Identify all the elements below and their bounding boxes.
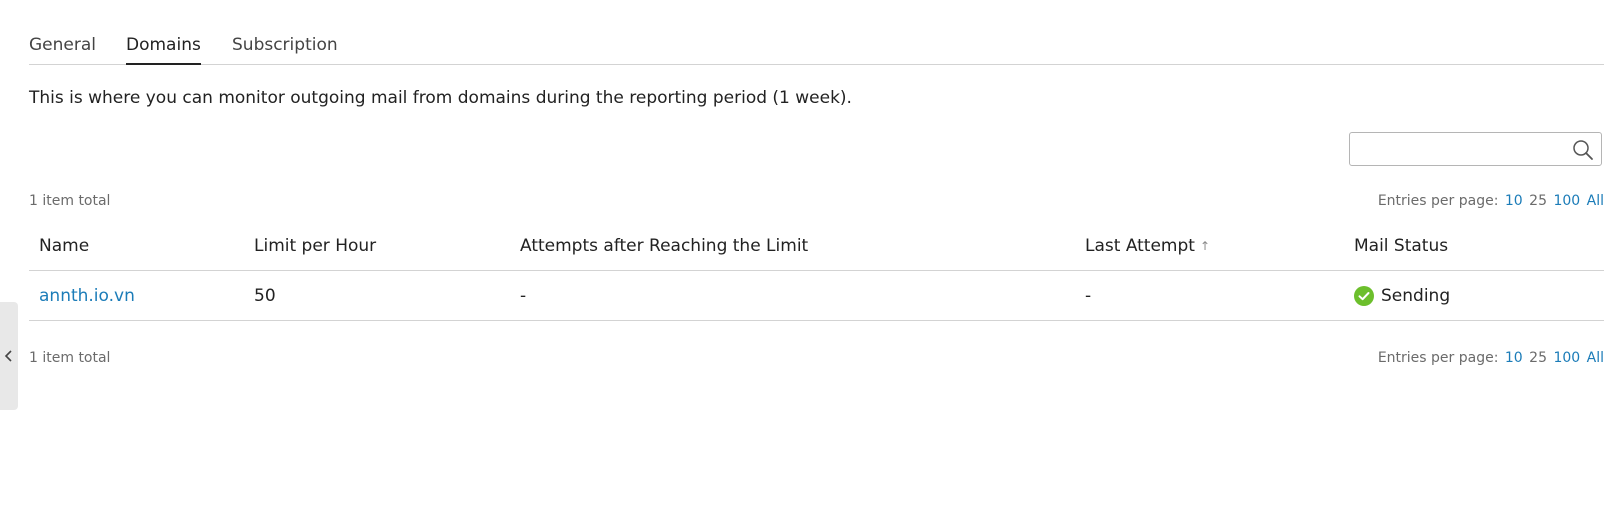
domain-name-link[interactable]: annth.io.vn [39, 286, 135, 306]
tab-general[interactable]: General [29, 35, 96, 65]
column-header-mail-status[interactable]: Mail Status [1354, 222, 1448, 270]
per-page-option-all[interactable]: All [1587, 350, 1604, 366]
tab-subscription[interactable]: Subscription [232, 35, 338, 65]
entries-per-page: Entries per page: 10 25 100 All [1378, 193, 1604, 209]
search-input[interactable] [1350, 133, 1565, 165]
attempts-after-limit-cell: - [520, 285, 527, 306]
entries-per-page-label: Entries per page: [1377, 350, 1499, 366]
table-row: annth.io.vn 50 - - Sending [29, 271, 1604, 321]
column-header-limit-per-hour[interactable]: Limit per Hour [254, 222, 376, 270]
pager-bottom: 1 item total Entries per page: 10 25 100… [29, 350, 1604, 370]
page-description: This is where you can monitor outgoing m… [29, 88, 852, 108]
mail-status-cell: Sending [1354, 271, 1450, 320]
entries-per-page: Entries per page: 10 25 100 All [1378, 350, 1604, 366]
item-total-label: 1 item total [29, 193, 111, 209]
pager-top: 1 item total Entries per page: 10 25 100… [29, 193, 1604, 213]
per-page-option-100[interactable]: 100 [1553, 193, 1580, 209]
column-header-last-attempt[interactable]: Last Attempt ↑ [1085, 222, 1210, 270]
search-box [1349, 132, 1602, 166]
per-page-option-10[interactable]: 10 [1505, 350, 1523, 366]
per-page-option-all[interactable]: All [1587, 193, 1604, 209]
per-page-option-25: 25 [1529, 350, 1547, 366]
item-total-label: 1 item total [29, 350, 111, 366]
per-page-option-25: 25 [1529, 193, 1547, 209]
entries-per-page-label: Entries per page: [1377, 193, 1499, 209]
check-circle-icon [1354, 285, 1374, 306]
chevron-left-icon [4, 350, 12, 362]
mail-status-label: Sending [1381, 285, 1451, 306]
per-page-option-10[interactable]: 10 [1505, 193, 1523, 209]
sidebar-collapse-handle[interactable] [0, 302, 18, 410]
per-page-option-100[interactable]: 100 [1553, 350, 1580, 366]
column-header-attempts-after-limit[interactable]: Attempts after Reaching the Limit [520, 222, 808, 270]
search-icon[interactable] [1572, 139, 1594, 161]
table-header: Name Limit per Hour Attempts after Reach… [29, 222, 1604, 271]
last-attempt-cell: - [1085, 285, 1092, 306]
column-header-name[interactable]: Name [39, 222, 89, 270]
domain-name-cell: annth.io.vn [39, 271, 135, 320]
column-header-last-attempt-label: Last Attempt [1085, 236, 1195, 256]
arrow-up-icon: ↑ [1199, 239, 1211, 253]
tab-bar: General Domains Subscription [29, 30, 1604, 65]
limit-per-hour-cell: 50 [254, 285, 276, 306]
tab-domains[interactable]: Domains [126, 35, 201, 65]
domains-table: Name Limit per Hour Attempts after Reach… [29, 222, 1604, 321]
